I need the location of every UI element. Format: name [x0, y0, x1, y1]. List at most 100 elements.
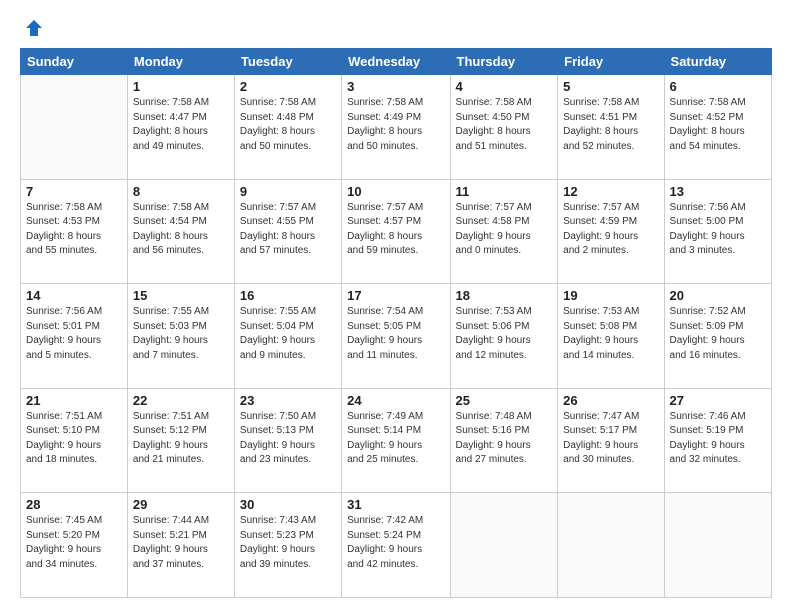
day-number: 2: [240, 79, 336, 94]
calendar-header-tuesday: Tuesday: [234, 49, 341, 75]
day-number: 12: [563, 184, 658, 199]
day-number: 9: [240, 184, 336, 199]
header: [20, 18, 772, 38]
day-number: 21: [26, 393, 122, 408]
calendar-cell: 7 Sunrise: 7:58 AM Sunset: 4:53 PM Daylig…: [21, 179, 128, 284]
day-info: Sunrise: 7:53 AM Sunset: 5:08 PM Dayligh…: [563, 305, 658, 363]
day-number: 5: [563, 79, 658, 94]
day-number: 8: [133, 184, 229, 199]
day-number: 6: [670, 79, 766, 94]
day-number: 15: [133, 288, 229, 303]
day-number: 20: [670, 288, 766, 303]
calendar-cell: 19 Sunrise: 7:53 AM Sunset: 5:08 PM Dayli…: [558, 284, 664, 389]
calendar-week-5: 28 Sunrise: 7:45 AM Sunset: 5:20 PM Dayli…: [21, 493, 772, 598]
day-info: Sunrise: 7:58 AM Sunset: 4:50 PM Dayligh…: [456, 96, 553, 154]
day-info: Sunrise: 7:58 AM Sunset: 4:49 PM Dayligh…: [347, 96, 444, 154]
calendar-cell: 21 Sunrise: 7:51 AM Sunset: 5:10 PM Dayli…: [21, 388, 128, 493]
calendar-header-wednesday: Wednesday: [342, 49, 450, 75]
logo-icon: [24, 18, 44, 38]
day-info: Sunrise: 7:43 AM Sunset: 5:23 PM Dayligh…: [240, 514, 336, 572]
day-number: 30: [240, 497, 336, 512]
calendar-cell: 1 Sunrise: 7:58 AM Sunset: 4:47 PM Daylig…: [127, 75, 234, 180]
calendar-cell: 20 Sunrise: 7:52 AM Sunset: 5:09 PM Dayli…: [664, 284, 771, 389]
calendar-table: SundayMondayTuesdayWednesdayThursdayFrid…: [20, 48, 772, 598]
day-info: Sunrise: 7:52 AM Sunset: 5:09 PM Dayligh…: [670, 305, 766, 363]
calendar-cell: 4 Sunrise: 7:58 AM Sunset: 4:50 PM Daylig…: [450, 75, 558, 180]
calendar-header-thursday: Thursday: [450, 49, 558, 75]
day-info: Sunrise: 7:48 AM Sunset: 5:16 PM Dayligh…: [456, 410, 553, 468]
calendar-cell: 13Sunrise: 7:56 AM Sunset: 5:00 PM Dayli…: [664, 179, 771, 284]
day-info: Sunrise: 7:51 AM Sunset: 5:10 PM Dayligh…: [26, 410, 122, 468]
calendar-cell: 10Sunrise: 7:57 AM Sunset: 4:57 PM Dayli…: [342, 179, 450, 284]
day-info: Sunrise: 7:49 AM Sunset: 5:14 PM Dayligh…: [347, 410, 444, 468]
calendar-header-sunday: Sunday: [21, 49, 128, 75]
day-number: 1: [133, 79, 229, 94]
day-number: 19: [563, 288, 658, 303]
day-info: Sunrise: 7:54 AM Sunset: 5:05 PM Dayligh…: [347, 305, 444, 363]
day-info: Sunrise: 7:58 AM Sunset: 4:52 PM Dayligh…: [670, 96, 766, 154]
day-info: Sunrise: 7:45 AM Sunset: 5:20 PM Dayligh…: [26, 514, 122, 572]
day-info: Sunrise: 7:50 AM Sunset: 5:13 PM Dayligh…: [240, 410, 336, 468]
day-number: 24: [347, 393, 444, 408]
day-number: 14: [26, 288, 122, 303]
day-info: Sunrise: 7:58 AM Sunset: 4:48 PM Dayligh…: [240, 96, 336, 154]
calendar-cell: 6 Sunrise: 7:58 AM Sunset: 4:52 PM Daylig…: [664, 75, 771, 180]
day-info: Sunrise: 7:57 AM Sunset: 4:55 PM Dayligh…: [240, 201, 336, 259]
calendar-header-monday: Monday: [127, 49, 234, 75]
day-info: Sunrise: 7:58 AM Sunset: 4:47 PM Dayligh…: [133, 96, 229, 154]
calendar-cell: 25 Sunrise: 7:48 AM Sunset: 5:16 PM Dayli…: [450, 388, 558, 493]
day-number: 25: [456, 393, 553, 408]
day-number: 29: [133, 497, 229, 512]
calendar-cell: 27 Sunrise: 7:46 AM Sunset: 5:19 PM Dayli…: [664, 388, 771, 493]
calendar-cell: 23 Sunrise: 7:50 AM Sunset: 5:13 PM Dayli…: [234, 388, 341, 493]
calendar-cell: 22Sunrise: 7:51 AM Sunset: 5:12 PM Dayli…: [127, 388, 234, 493]
day-info: Sunrise: 7:47 AM Sunset: 5:17 PM Dayligh…: [563, 410, 658, 468]
day-number: 13: [670, 184, 766, 199]
day-info: Sunrise: 7:46 AM Sunset: 5:19 PM Dayligh…: [670, 410, 766, 468]
day-number: 18: [456, 288, 553, 303]
calendar-cell: 16Sunrise: 7:55 AM Sunset: 5:04 PM Dayli…: [234, 284, 341, 389]
day-info: Sunrise: 7:55 AM Sunset: 5:04 PM Dayligh…: [240, 305, 336, 363]
calendar-cell: 24 Sunrise: 7:49 AM Sunset: 5:14 PM Dayli…: [342, 388, 450, 493]
calendar-cell: 12Sunrise: 7:57 AM Sunset: 4:59 PM Dayli…: [558, 179, 664, 284]
day-number: 17: [347, 288, 444, 303]
day-number: 31: [347, 497, 444, 512]
calendar-week-4: 21 Sunrise: 7:51 AM Sunset: 5:10 PM Dayli…: [21, 388, 772, 493]
calendar-cell: [558, 493, 664, 598]
day-info: Sunrise: 7:44 AM Sunset: 5:21 PM Dayligh…: [133, 514, 229, 572]
calendar-cell: 26 Sunrise: 7:47 AM Sunset: 5:17 PM Dayli…: [558, 388, 664, 493]
calendar-cell: 2 Sunrise: 7:58 AM Sunset: 4:48 PM Daylig…: [234, 75, 341, 180]
day-info: Sunrise: 7:58 AM Sunset: 4:51 PM Dayligh…: [563, 96, 658, 154]
day-number: 7: [26, 184, 122, 199]
day-number: 27: [670, 393, 766, 408]
calendar-cell: [664, 493, 771, 598]
day-number: 23: [240, 393, 336, 408]
day-number: 4: [456, 79, 553, 94]
calendar-week-2: 7 Sunrise: 7:58 AM Sunset: 4:53 PM Daylig…: [21, 179, 772, 284]
day-number: 11: [456, 184, 553, 199]
calendar-header-friday: Friday: [558, 49, 664, 75]
day-info: Sunrise: 7:51 AM Sunset: 5:12 PM Dayligh…: [133, 410, 229, 468]
calendar-cell: 8 Sunrise: 7:58 AM Sunset: 4:54 PM Daylig…: [127, 179, 234, 284]
calendar-cell: 11 Sunrise: 7:57 AM Sunset: 4:58 PM Dayli…: [450, 179, 558, 284]
calendar-cell: 29 Sunrise: 7:44 AM Sunset: 5:21 PM Dayli…: [127, 493, 234, 598]
calendar-cell: 30 Sunrise: 7:43 AM Sunset: 5:23 PM Dayli…: [234, 493, 341, 598]
day-info: Sunrise: 7:58 AM Sunset: 4:53 PM Dayligh…: [26, 201, 122, 259]
day-info: Sunrise: 7:57 AM Sunset: 4:58 PM Dayligh…: [456, 201, 553, 259]
day-info: Sunrise: 7:58 AM Sunset: 4:54 PM Dayligh…: [133, 201, 229, 259]
calendar-cell: 28 Sunrise: 7:45 AM Sunset: 5:20 PM Dayli…: [21, 493, 128, 598]
calendar-cell: [21, 75, 128, 180]
calendar-cell: 5 Sunrise: 7:58 AM Sunset: 4:51 PM Daylig…: [558, 75, 664, 180]
calendar-week-3: 14Sunrise: 7:56 AM Sunset: 5:01 PM Dayli…: [21, 284, 772, 389]
day-number: 26: [563, 393, 658, 408]
calendar-header-row: SundayMondayTuesdayWednesdayThursdayFrid…: [21, 49, 772, 75]
day-number: 3: [347, 79, 444, 94]
page: SundayMondayTuesdayWednesdayThursdayFrid…: [0, 0, 792, 612]
logo: [20, 18, 44, 38]
calendar-cell: 31Sunrise: 7:42 AM Sunset: 5:24 PM Dayli…: [342, 493, 450, 598]
day-number: 28: [26, 497, 122, 512]
day-number: 10: [347, 184, 444, 199]
calendar-cell: [450, 493, 558, 598]
calendar-header-saturday: Saturday: [664, 49, 771, 75]
calendar-cell: 3 Sunrise: 7:58 AM Sunset: 4:49 PM Daylig…: [342, 75, 450, 180]
